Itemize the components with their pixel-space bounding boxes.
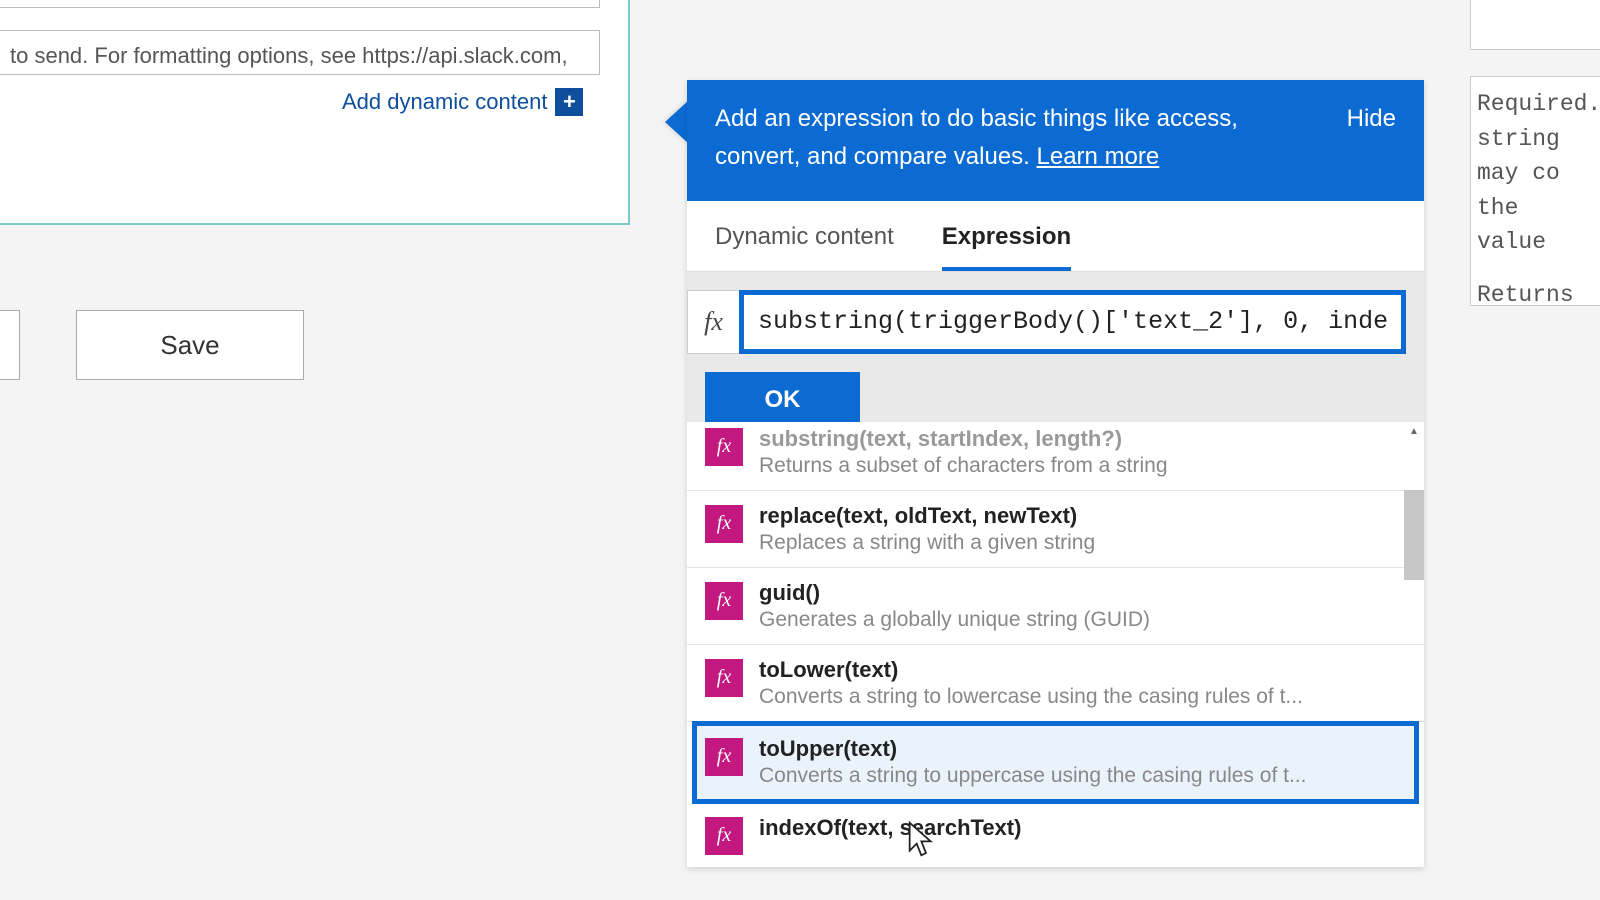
function-signature: toUpper(text) [759, 736, 1306, 762]
function-item-substring[interactable]: fx substring(text, startIndex, length?) … [687, 422, 1424, 491]
small-input[interactable] [0, 0, 600, 8]
popout-tabs: Dynamic content Expression [687, 201, 1424, 272]
doc-line: Returns [1477, 278, 1594, 313]
add-dynamic-content-label: Add dynamic content [342, 89, 547, 115]
message-input[interactable]: to send. For formatting options, see htt… [0, 30, 600, 75]
expression-bar: fx [687, 272, 1424, 372]
function-description: Converts a string to lowercase using the… [759, 685, 1303, 709]
popout-header-text: Add an expression to do basic things lik… [715, 105, 1238, 170]
function-list: fx substring(text, startIndex, length?) … [687, 422, 1424, 867]
right-box-top [1470, 0, 1600, 50]
popout-arrow-icon [665, 100, 689, 144]
function-signature: guid() [759, 580, 1150, 606]
function-signature: replace(text, oldText, newText) [759, 503, 1095, 529]
right-doc-panel: Required. string may co the value Return… [1470, 0, 1600, 306]
doc-line: string [1477, 122, 1594, 157]
fx-badge-icon: fx [705, 582, 743, 620]
function-item-tolower[interactable]: fx toLower(text) Converts a string to lo… [687, 645, 1424, 722]
function-signature: substring(text, startIndex, length?) [759, 426, 1168, 452]
function-item-replace[interactable]: fx replace(text, oldText, newText) Repla… [687, 491, 1424, 568]
fx-icon: fx [687, 290, 739, 354]
learn-more-link[interactable]: Learn more [1037, 143, 1160, 170]
function-item-toupper[interactable]: fx toUpper(text) Converts a string to up… [695, 724, 1416, 801]
function-description: Converts a string to uppercase using the… [759, 764, 1306, 788]
add-dynamic-content-link[interactable]: Add dynamic content + [342, 88, 583, 116]
fx-badge-icon: fx [705, 505, 743, 543]
fx-badge-icon: fx [705, 738, 743, 776]
ok-button[interactable]: OK [705, 372, 860, 428]
function-list-scrollbar[interactable]: ▲ [1404, 422, 1424, 867]
fx-badge-icon: fx [705, 428, 743, 466]
function-item-indexof[interactable]: fx indexOf(text, searchText) [687, 803, 1424, 867]
function-signature: toLower(text) [759, 657, 1303, 683]
right-box-doc: Required. string may co the value Return… [1470, 76, 1600, 306]
doc-line: the value [1477, 191, 1594, 260]
expression-input-wrap [739, 290, 1406, 354]
function-description: Generates a globally unique string (GUID… [759, 608, 1150, 632]
function-description: Returns a subset of characters from a st… [759, 454, 1168, 478]
scroll-thumb[interactable] [1404, 490, 1424, 580]
cut-button-left[interactable] [0, 310, 20, 380]
function-description: Replaces a string with a given string [759, 531, 1095, 555]
popout-header: Add an expression to do basic things lik… [687, 80, 1424, 201]
function-item-guid[interactable]: fx guid() Generates a globally unique st… [687, 568, 1424, 645]
scroll-up-icon[interactable]: ▲ [1404, 422, 1424, 442]
tab-expression[interactable]: Expression [942, 223, 1071, 271]
fx-badge-icon: fx [705, 817, 743, 855]
tab-dynamic-content[interactable]: Dynamic content [715, 223, 894, 271]
mouse-cursor-icon [905, 820, 933, 858]
doc-line: Required. [1477, 87, 1594, 122]
save-button[interactable]: Save [76, 310, 304, 380]
doc-line: may co [1477, 156, 1594, 191]
expression-popout: Add an expression to do basic things lik… [687, 80, 1424, 867]
plus-icon: + [555, 88, 583, 116]
hide-button[interactable]: Hide [1347, 100, 1396, 177]
action-card: to send. For formatting options, see htt… [0, 0, 630, 225]
function-signature: indexOf(text, searchText) [759, 815, 1021, 841]
fx-badge-icon: fx [705, 659, 743, 697]
ok-row: OK [687, 372, 1424, 428]
expression-input[interactable] [758, 307, 1387, 336]
